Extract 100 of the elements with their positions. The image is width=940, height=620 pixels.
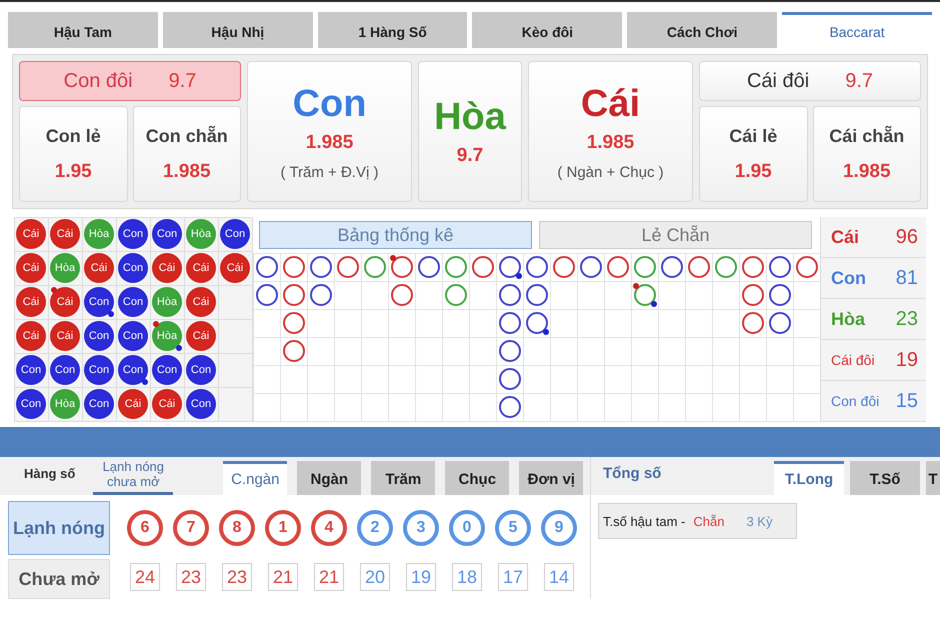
game-tab[interactable]: 1 Hàng Số	[318, 12, 468, 48]
bet-label: Con đôi	[64, 70, 133, 92]
bet-card[interactable]: Cái chẵn 1.985	[812, 106, 921, 202]
total-count: 19	[896, 348, 918, 372]
position-tab[interactable]: Chục	[445, 461, 510, 495]
bet-label: Cái lẻ	[729, 126, 778, 146]
sum-tab[interactable]: T.Long	[774, 461, 844, 495]
bet-odds: 1.95	[54, 160, 92, 182]
bet-card[interactable]: Cái 1.985 ( Ngàn + Chục )	[528, 61, 693, 202]
miss-count: 21	[314, 563, 344, 591]
position-tab[interactable]: Ngàn	[297, 461, 362, 495]
result-bead: Con	[84, 389, 114, 419]
bet-card[interactable]: Con 1.985 ( Trăm + Đ.Vị )	[247, 61, 412, 202]
result-bead: Cái	[50, 287, 80, 317]
total-count: 81	[896, 266, 918, 290]
number-ball: 2	[357, 510, 393, 546]
result-bead: Cái	[186, 287, 216, 317]
number-ball: 6	[127, 510, 163, 546]
result-bead: Hòa	[186, 219, 216, 249]
total-label: Con	[831, 268, 866, 288]
miss-count: 14	[544, 563, 574, 591]
position-tab[interactable]: Trăm	[371, 461, 436, 495]
result-bead: Con	[186, 355, 216, 385]
result-bead: Cái	[152, 389, 182, 419]
number-ball: 7	[173, 510, 209, 546]
result-bead: Cái	[186, 253, 216, 283]
streak-periods: 3 Kỳ	[746, 514, 772, 528]
total-label: Cái	[831, 226, 860, 248]
bet-label: Con	[292, 82, 366, 126]
miss-count: 21	[268, 563, 298, 591]
result-bead: Con	[118, 355, 148, 385]
result-bead: Hòa	[152, 287, 182, 317]
result-bead: Con	[50, 355, 80, 385]
mode-button[interactable]: Chưa mở	[8, 559, 110, 599]
total-count: 23	[896, 308, 918, 330]
bet-odds: 1.95	[734, 160, 772, 182]
result-bead: Cái	[118, 389, 148, 419]
bet-odds: 9.7	[845, 70, 874, 92]
bet-note: ( Trăm + Đ.Vị )	[280, 164, 378, 180]
game-tab[interactable]: Hậu Nhị	[162, 12, 313, 48]
bet-card[interactable]: Cái đôi 9.7	[699, 61, 921, 101]
result-bead: Con	[152, 355, 182, 385]
total-count: 96	[896, 226, 918, 248]
number-ball: 8	[219, 510, 255, 546]
bet-card[interactable]: Con lẻ 1.95	[19, 106, 128, 202]
number-ball: 9	[541, 510, 577, 546]
bet-label: Cái chẵn	[829, 126, 904, 146]
result-bead: Con	[118, 253, 148, 283]
bet-card[interactable]: Hòa 9.7	[418, 61, 522, 202]
mode-button[interactable]: Lạnh nóng	[8, 501, 110, 555]
result-bead: Cái	[16, 253, 46, 283]
bet-label: Cái đôi	[746, 70, 810, 92]
number-ball: 0	[449, 510, 485, 546]
bet-odds: 1.985	[162, 160, 211, 182]
game-tab[interactable]: Cách Chơi	[627, 12, 778, 48]
result-bead: Con	[84, 321, 114, 351]
miss-count: 23	[176, 563, 206, 591]
bet-odds: 1.985	[586, 132, 634, 154]
result-bead: Con	[118, 321, 148, 351]
miss-count: 23	[222, 563, 252, 591]
result-bead: Con	[186, 389, 216, 419]
number-ball: 3	[403, 510, 439, 546]
bet-label: Con lẻ	[46, 126, 101, 146]
result-bead: Hòa	[84, 219, 114, 249]
result-bead: Cái	[84, 253, 114, 283]
result-bead: Con	[152, 219, 182, 249]
bet-odds: 9.7	[456, 145, 484, 167]
result-bead: Cái	[152, 253, 182, 283]
view-tab[interactable]: Lạnh nóng chưa mở	[93, 457, 174, 495]
miss-count: 17	[498, 563, 528, 591]
bet-odds: 1.985	[306, 132, 354, 154]
number-ball: 5	[495, 510, 531, 546]
result-bead: Cái	[16, 321, 46, 351]
miss-count: 20	[360, 563, 390, 591]
result-bead: Cái	[220, 253, 250, 283]
miss-count: 19	[406, 563, 436, 591]
result-bead: Con	[84, 355, 114, 385]
bet-card[interactable]: Cái lẻ 1.95	[699, 106, 808, 202]
road-tab[interactable]: Lẻ Chẵn	[539, 221, 812, 249]
number-ball: 1	[265, 510, 301, 546]
miss-count: 18	[452, 563, 482, 591]
game-tab[interactable]: Kèo đôi	[472, 12, 622, 48]
result-bead: Hòa	[50, 389, 80, 419]
view-tab[interactable]: Hàng số	[20, 457, 80, 495]
result-bead: Con	[118, 219, 148, 249]
bet-card[interactable]: Con chẵn 1.985	[132, 106, 241, 202]
result-bead: Con	[16, 355, 46, 385]
sum-tab[interactable]: T.Số	[850, 461, 920, 495]
streak-label: T.số hậu tam -	[603, 514, 686, 528]
streak-value: Chẵn	[693, 514, 724, 528]
total-label: Con đôi	[831, 393, 880, 409]
total-count: 15	[896, 390, 918, 412]
position-tab[interactable]: C.ngàn	[223, 461, 288, 495]
result-bead: Con	[16, 389, 46, 419]
game-tab[interactable]: Hậu Tam	[8, 12, 158, 48]
total-label: Hòa	[831, 308, 866, 330]
sum-tab[interactable]: T	[926, 461, 940, 495]
result-bead: Cái	[16, 287, 46, 317]
position-tab[interactable]: Đơn vị	[519, 461, 584, 495]
result-bead: Con	[84, 287, 114, 317]
